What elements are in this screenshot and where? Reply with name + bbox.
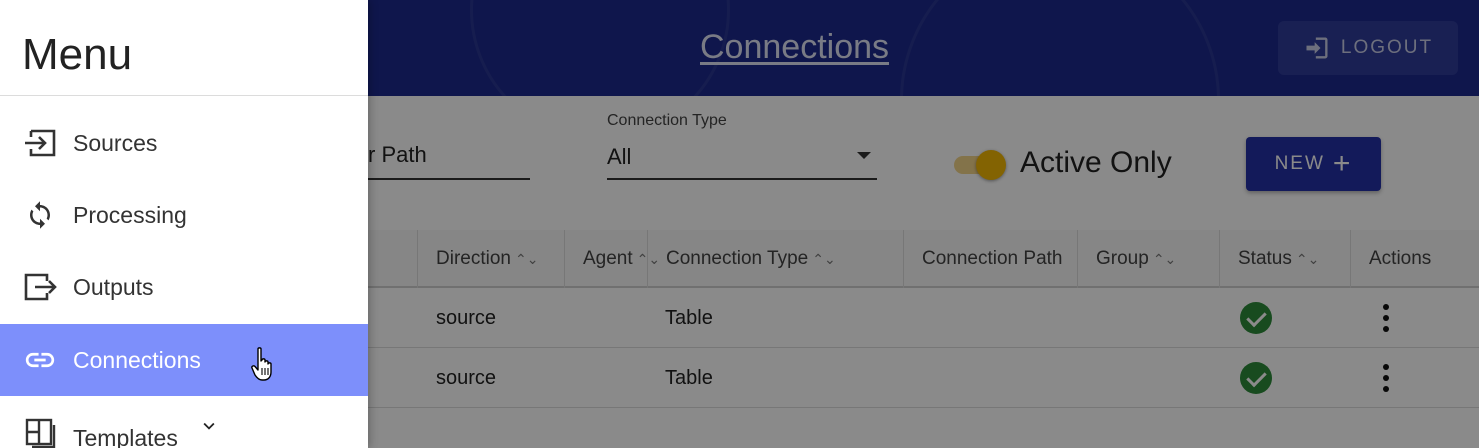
nav-item-label: Connections	[73, 346, 201, 373]
nav-item-label: Outputs	[73, 273, 154, 300]
nav-item-label: Processing	[73, 201, 187, 228]
drawer-title: Menu	[22, 30, 133, 79]
input-icon	[22, 125, 58, 161]
chevron-down-icon[interactable]	[198, 415, 220, 437]
pointer-cursor-icon	[251, 347, 272, 381]
drawer-divider	[0, 95, 368, 96]
nav-item-label: Sources	[73, 129, 158, 156]
nav-item-outputs[interactable]: Outputs	[0, 251, 368, 323]
nav-item-processing[interactable]: Processing	[0, 179, 368, 251]
nav-item-templates[interactable]: Templates	[0, 397, 368, 448]
nav-item-connections[interactable]: Connections	[0, 324, 368, 396]
nav-item-label: Templates	[73, 425, 178, 448]
dashboard-icon	[22, 415, 58, 448]
link-icon	[22, 342, 58, 378]
navigation-drawer: Menu Sources Processing Outputs Connecti…	[0, 0, 368, 448]
sync-icon	[22, 197, 58, 233]
nav-item-sources[interactable]: Sources	[0, 107, 368, 179]
output-icon	[22, 269, 58, 305]
